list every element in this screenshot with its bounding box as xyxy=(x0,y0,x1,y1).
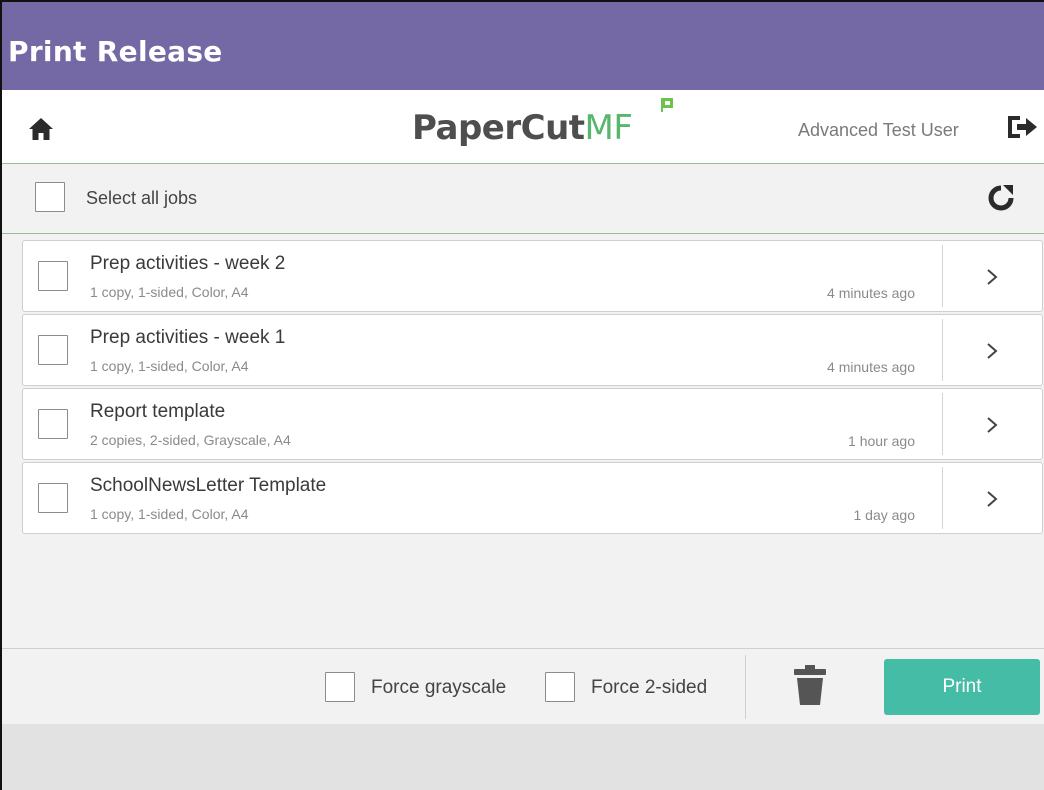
force-grayscale-label: Force grayscale xyxy=(371,677,507,698)
job-details-button[interactable] xyxy=(943,389,1043,459)
job-checkbox[interactable] xyxy=(38,261,68,291)
job-details: 1 copy, 1-sided, Color, A4 xyxy=(90,358,249,374)
job-details-button[interactable] xyxy=(943,241,1043,311)
job-checkbox[interactable] xyxy=(38,483,68,513)
job-time: 1 day ago xyxy=(853,507,916,523)
job-details-button[interactable] xyxy=(943,315,1043,385)
footer-divider xyxy=(745,655,746,719)
select-all-label: Select all jobs xyxy=(86,188,198,208)
trash-icon[interactable] xyxy=(793,663,827,707)
chevron-right-icon xyxy=(987,417,998,433)
job-name: Report template xyxy=(90,401,226,422)
logo-flag-icon xyxy=(661,98,673,112)
job-time: 1 hour ago xyxy=(848,433,915,449)
home-icon[interactable] xyxy=(28,116,54,142)
action-footer: Force grayscale Force 2-sided Print xyxy=(2,648,1044,724)
print-button[interactable]: Print xyxy=(884,659,1040,715)
job-list: Prep activities - week 2 1 copy, 1-sided… xyxy=(2,234,1044,648)
job-name: SchoolNewsLetter Template xyxy=(90,475,327,496)
logout-icon[interactable] xyxy=(1006,114,1038,140)
app-title: Print Release xyxy=(8,35,223,68)
papercut-logo: PaperCutMF xyxy=(412,98,673,154)
force-2sided-checkbox[interactable] xyxy=(545,672,575,702)
job-time: 4 minutes ago xyxy=(827,285,915,301)
logo-text-papercut: PaperCut xyxy=(412,108,585,148)
job-details-button[interactable] xyxy=(943,463,1043,533)
user-name: Advanced Test User xyxy=(798,120,959,140)
refresh-icon[interactable] xyxy=(987,184,1015,212)
job-details: 1 copy, 1-sided, Color, A4 xyxy=(90,506,249,522)
logo-text-mf: MF xyxy=(584,108,633,148)
chevron-right-icon xyxy=(987,491,998,507)
job-name: Prep activities - week 1 xyxy=(90,327,286,348)
select-all-checkbox[interactable] xyxy=(35,182,65,212)
job-details: 2 copies, 2-sided, Grayscale, A4 xyxy=(90,432,291,448)
job-checkbox[interactable] xyxy=(38,409,68,439)
job-name: Prep activities - week 2 xyxy=(90,253,286,274)
force-grayscale-checkbox[interactable] xyxy=(325,672,355,702)
bottom-area xyxy=(2,724,1044,790)
job-row[interactable]: Prep activities - week 2 1 copy, 1-sided… xyxy=(22,240,1043,312)
force-2sided-label: Force 2-sided xyxy=(591,677,708,698)
header-bar: PaperCutMF Advanced Test User xyxy=(2,90,1044,164)
job-time: 4 minutes ago xyxy=(827,359,915,375)
chevron-right-icon xyxy=(987,269,998,285)
job-checkbox[interactable] xyxy=(38,335,68,365)
chevron-right-icon xyxy=(987,343,998,359)
job-row[interactable]: SchoolNewsLetter Template 1 copy, 1-side… xyxy=(22,462,1043,534)
select-all-bar: Select all jobs xyxy=(2,164,1044,234)
title-bar: Print Release xyxy=(2,2,1044,90)
print-release-screen: Print Release PaperCutMF Advanced Test U… xyxy=(0,0,1044,790)
job-details: 1 copy, 1-sided, Color, A4 xyxy=(90,284,249,300)
job-row[interactable]: Prep activities - week 1 1 copy, 1-sided… xyxy=(22,314,1043,386)
job-row[interactable]: Report template 2 copies, 2-sided, Grays… xyxy=(22,388,1043,460)
